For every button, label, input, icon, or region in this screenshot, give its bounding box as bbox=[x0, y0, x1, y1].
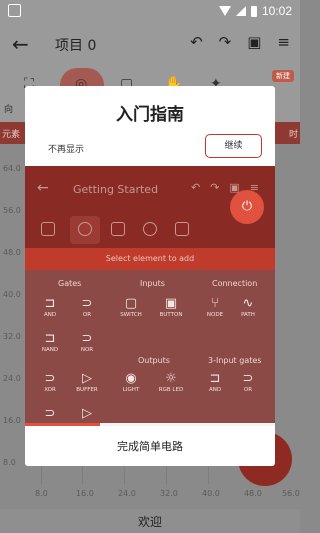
clock: 10:02 bbox=[261, 4, 292, 18]
section-outputs: Outputs bbox=[138, 356, 170, 365]
element-bar-left: 元素 bbox=[2, 130, 21, 140]
or-gate-item: ⊃ OR bbox=[81, 296, 93, 318]
x-tick: 24.0 bbox=[118, 489, 136, 498]
save-icon[interactable]: ▣ bbox=[247, 33, 261, 51]
progress-fill bbox=[25, 423, 100, 426]
rgb-led-item: ☼ RGB LED bbox=[158, 371, 184, 393]
x-tick: 16.0 bbox=[76, 489, 94, 498]
status-bar: 10:02 bbox=[0, 0, 300, 22]
gate-item: ▷ bbox=[82, 406, 92, 421]
y-tick: 56.0 bbox=[3, 206, 21, 215]
getting-started-dialog: 入门指南 不再显示 继续 ← Getting Started ↶ ↷ ▣ ≡ ⏻ Se… bbox=[25, 86, 275, 466]
nor-gate-item: ⊃ NOR bbox=[80, 331, 94, 353]
wifi-icon bbox=[218, 6, 231, 16]
y-tick: 8.0 bbox=[3, 458, 16, 467]
section-gates: Gates bbox=[58, 279, 82, 288]
preview-tool-icon bbox=[111, 222, 125, 236]
redo-icon[interactable]: ↷ bbox=[219, 33, 232, 51]
x-tick: 56.0 bbox=[282, 489, 300, 498]
nand-gate-item: ⊐ NAND bbox=[41, 331, 59, 353]
light-item: ◉ LIGHT bbox=[122, 371, 140, 393]
preview-tool-icon bbox=[175, 222, 189, 236]
preview-hint: Select element to add bbox=[25, 248, 275, 270]
element-bar-right: 时 bbox=[288, 130, 298, 140]
app-notification-icon bbox=[8, 4, 21, 17]
xor-gate-item: ⊃ XOR bbox=[44, 371, 56, 393]
signal-icon bbox=[235, 6, 246, 16]
x-tick: 48.0 bbox=[244, 489, 262, 498]
y-tick: 48.0 bbox=[3, 248, 21, 257]
tool-caption: 向 bbox=[4, 105, 14, 115]
or3-gate-item: ⊃ OR bbox=[242, 371, 254, 393]
x-tick: 32.0 bbox=[160, 489, 178, 498]
undo-icon[interactable]: ↶ bbox=[190, 33, 203, 51]
switch-item: ▢ SWITCH bbox=[120, 296, 142, 318]
y-tick: 16.0 bbox=[3, 416, 21, 425]
section-3-input: 3-Input gates bbox=[208, 356, 262, 365]
battery-icon bbox=[250, 5, 257, 17]
tutorial-preview: ← Getting Started ↶ ↷ ▣ ≡ ⏻ Select element … bbox=[25, 166, 275, 423]
dont-show-again-button[interactable]: 不再显示 bbox=[48, 142, 84, 155]
preview-tool-icon bbox=[41, 222, 55, 236]
y-tick: 64.0 bbox=[3, 164, 21, 173]
plug-icon: ⏻ bbox=[230, 190, 264, 224]
button-item: ▣ BUTTON bbox=[159, 296, 183, 318]
y-tick: 32.0 bbox=[3, 332, 21, 341]
buffer-gate-item: ▷ BUFFER bbox=[76, 371, 98, 393]
preview-tool-icon bbox=[78, 222, 92, 236]
x-tick: 8.0 bbox=[35, 489, 48, 498]
menu-icon[interactable]: ≡ bbox=[277, 33, 290, 51]
y-tick: 24.0 bbox=[3, 374, 21, 383]
path-item: ∿ PATH bbox=[241, 296, 255, 318]
back-arrow-icon[interactable]: ← bbox=[12, 32, 29, 56]
preview-tool-icon bbox=[143, 222, 157, 236]
step-description: 完成简单电路 bbox=[117, 440, 183, 453]
tab-welcome[interactable]: 欢迎 bbox=[138, 515, 162, 529]
new-badge: 新建 bbox=[272, 70, 294, 82]
preview-back-icon: ← bbox=[37, 180, 49, 196]
gate-item: ⊃ bbox=[44, 406, 56, 421]
section-connection: Connection bbox=[212, 279, 258, 288]
project-title: 项目 0 bbox=[55, 38, 97, 54]
section-inputs: Inputs bbox=[140, 279, 165, 288]
tutorial-progress bbox=[25, 423, 275, 426]
app-toolbar: ← 项目 0 ↶ ↷ ▣ ≡ bbox=[0, 22, 300, 66]
dialog-title: 入门指南 bbox=[116, 105, 184, 125]
and-gate-item: ⊐ AND bbox=[43, 296, 57, 318]
preview-title: Getting Started bbox=[73, 183, 159, 196]
continue-button[interactable]: 继续 bbox=[205, 134, 262, 158]
x-tick: 40.0 bbox=[202, 489, 220, 498]
y-tick: 40.0 bbox=[3, 290, 21, 299]
bottom-tab[interactable]: 欢迎 bbox=[0, 509, 300, 533]
